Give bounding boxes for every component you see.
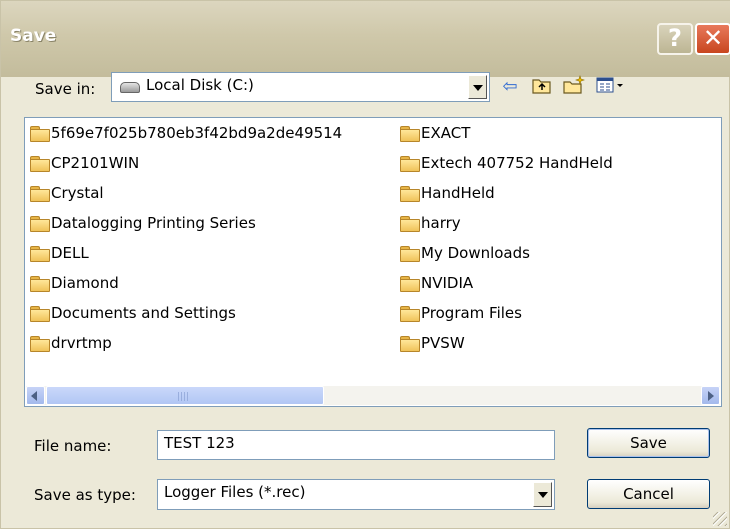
new-folder-icon[interactable] [561,75,587,99]
file-name-text: 5f69e7f025b780eb3f42bd9a2de49514 [51,124,343,142]
list-item[interactable]: harry [400,212,461,234]
title-bar[interactable]: Save ? ✕ [1,1,730,77]
folder-icon [30,185,50,202]
file-name-text: PVSW [421,334,465,352]
folder-icon [30,335,50,352]
resize-grip-icon[interactable] [713,512,727,526]
folder-icon [400,155,420,172]
list-item[interactable]: 5f69e7f025b780eb3f42bd9a2de49514 [30,122,342,144]
view-menu-icon[interactable] [595,75,625,99]
list-item[interactable]: drvrtmp [30,332,112,354]
save-as-type-label: Save as type: [34,486,136,504]
folder-icon [30,155,50,172]
list-item[interactable]: CP2101WIN [30,152,139,174]
file-name-text: harry [421,214,461,232]
save-dialog: Save ? ✕ Save in: Local Disk (C:) ⇦ 5f69… [0,0,730,529]
drive-icon [120,82,140,93]
file-name-value: TEST 123 [164,434,235,452]
list-item[interactable]: EXACT [400,122,470,144]
scroll-right-arrow-icon[interactable] [701,386,720,405]
chevron-down-icon[interactable] [468,75,487,99]
folder-icon [400,305,420,322]
file-list[interactable]: 5f69e7f025b780eb3f42bd9a2de49514 CP2101WI… [24,117,722,407]
up-folder-icon[interactable] [529,75,555,99]
folder-icon [400,185,420,202]
folder-icon [30,305,50,322]
list-item[interactable]: Diamond [30,272,119,294]
folder-icon [400,125,420,142]
list-item[interactable]: Documents and Settings [30,302,236,324]
scrollbar-thumb[interactable]: |||| [46,386,324,405]
save-in-dropdown[interactable]: Local Disk (C:) [111,72,490,102]
file-name-text: drvrtmp [51,334,112,352]
back-arrow-icon[interactable]: ⇦ [497,75,523,99]
folder-icon [30,215,50,232]
grip-icon: |||| [177,392,190,402]
list-item[interactable]: PVSW [400,332,465,354]
list-item[interactable]: My Downloads [400,242,530,264]
folder-icon [400,335,420,352]
folder-icon [400,245,420,262]
save-button[interactable]: Save [587,428,710,458]
folder-icon [400,275,420,292]
file-name-label: File name: [34,437,112,455]
list-item[interactable]: HandHeld [400,182,495,204]
folder-icon [30,125,50,142]
file-name-text: EXACT [421,124,471,142]
file-name-text: HandHeld [421,184,495,202]
chevron-down-icon[interactable] [533,482,552,507]
save-as-type-dropdown[interactable]: Logger Files (*.rec) [157,479,555,510]
folder-icon [30,245,50,262]
save-as-type-value: Logger Files (*.rec) [164,483,306,501]
window-title: Save [10,26,57,46]
close-button[interactable]: ✕ [695,23,730,55]
save-in-value: Local Disk (C:) [146,76,254,94]
folder-icon [400,215,420,232]
list-item[interactable]: Extech 407752 HandHeld [400,152,613,174]
cancel-button[interactable]: Cancel [587,479,710,509]
file-name-text: Extech 407752 HandHeld [421,154,613,172]
list-item[interactable]: Program Files [400,302,522,324]
file-name-text: Diamond [51,274,119,292]
list-item[interactable]: Crystal [30,182,104,204]
list-item[interactable]: NVIDIA [400,272,473,294]
help-button[interactable]: ? [657,23,693,55]
file-name-text: Crystal [51,184,104,202]
folder-icon [30,275,50,292]
scroll-left-arrow-icon[interactable] [26,386,45,405]
file-name-text: NVIDIA [421,274,474,292]
file-name-text: My Downloads [421,244,530,262]
file-name-field[interactable]: TEST 123 [157,430,555,460]
file-name-text: Program Files [421,304,522,322]
file-name-text: Documents and Settings [51,304,236,322]
list-item[interactable]: DELL [30,242,89,264]
file-name-text: DELL [51,244,89,262]
save-in-label: Save in: [35,80,96,98]
horizontal-scrollbar[interactable]: |||| [26,386,720,405]
file-name-text: Datalogging Printing Series [51,214,256,232]
list-item[interactable]: Datalogging Printing Series [30,212,256,234]
file-name-text: CP2101WIN [51,154,140,172]
